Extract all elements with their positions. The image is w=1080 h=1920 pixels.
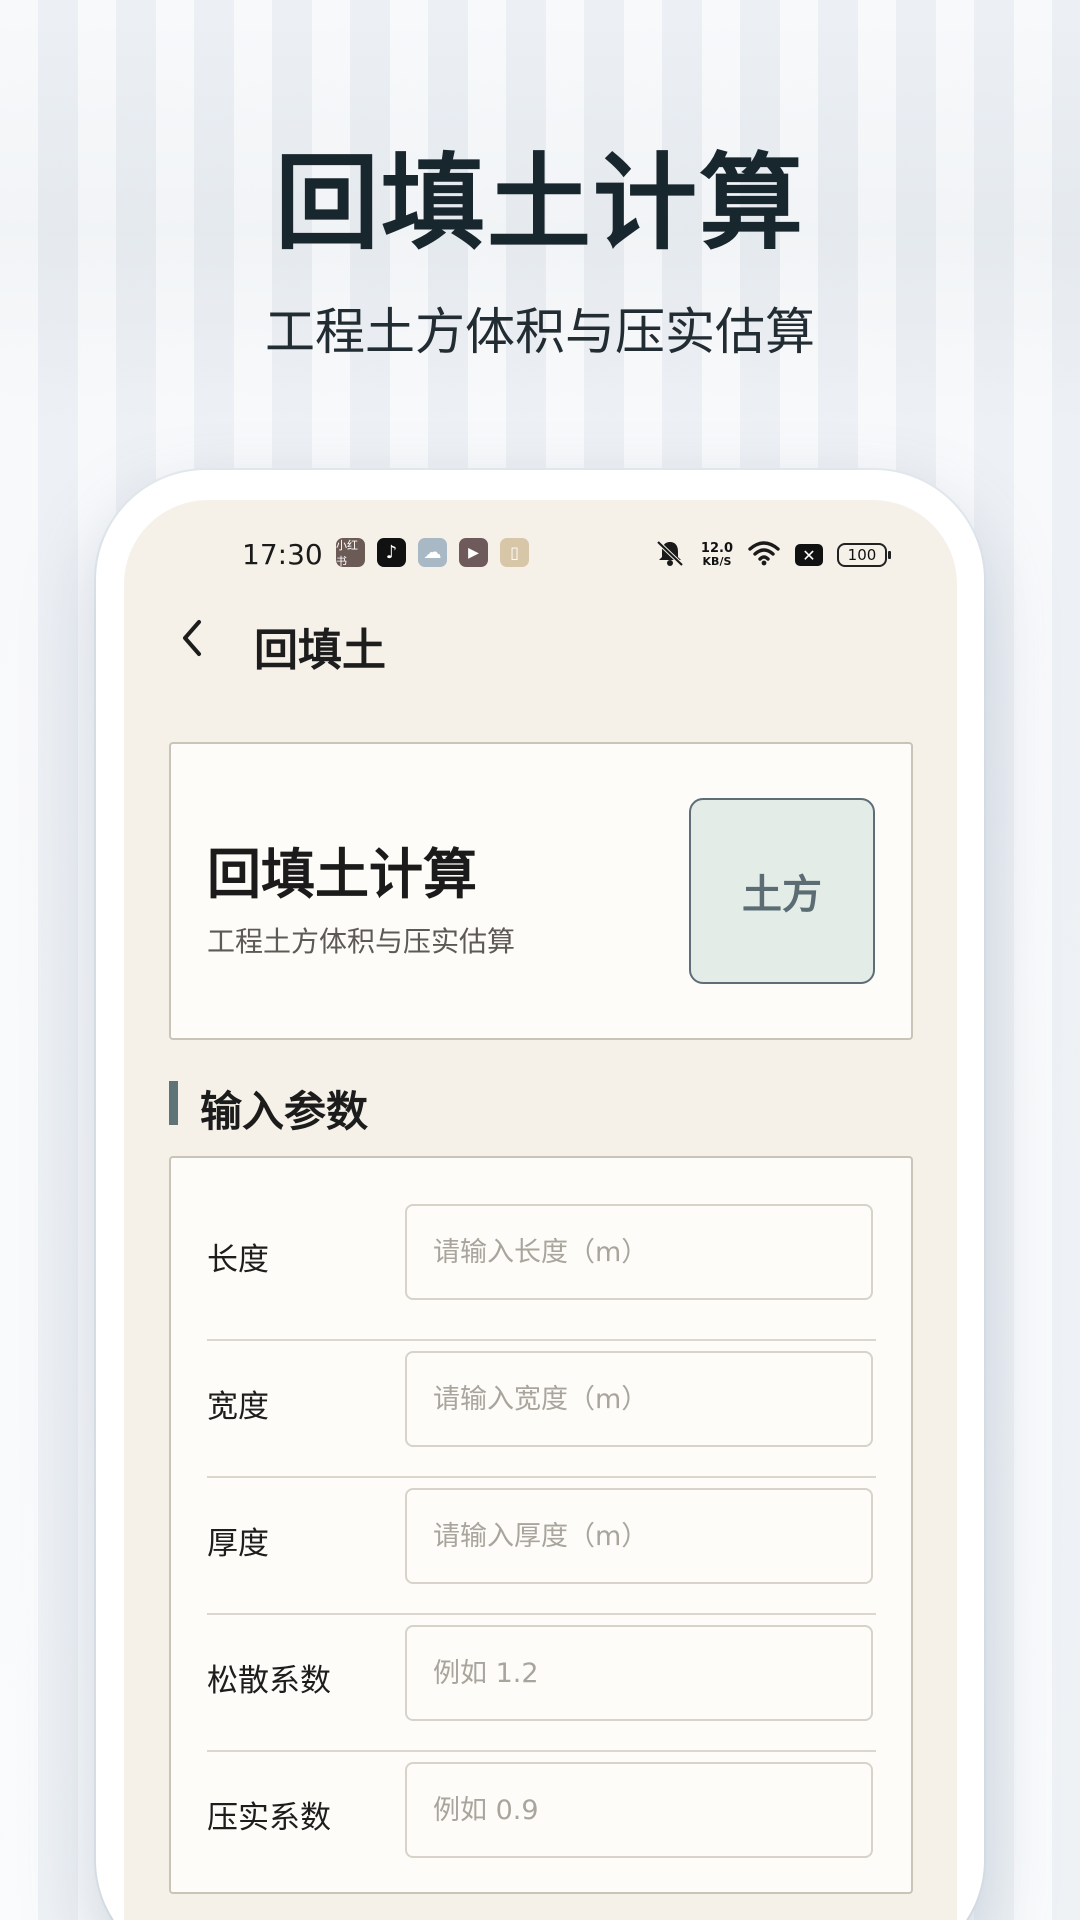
length-input[interactable] [405, 1204, 873, 1300]
back-button[interactable] [164, 610, 220, 666]
card-subtitle: 工程土方体积与压实估算 [207, 925, 516, 958]
compaction-factor-label: 压实系数 [207, 1800, 331, 1836]
thickness-input[interactable] [405, 1488, 873, 1584]
xiaohongshu-icon: 小红书 [336, 538, 365, 568]
form-row-thickness: 厚度 [207, 1478, 876, 1615]
promo-title: 回填土计算 [274, 142, 805, 264]
length-label: 长度 [207, 1242, 269, 1278]
wifi-icon [747, 539, 781, 571]
battery-indicator: 100 [837, 543, 891, 567]
compaction-factor-input[interactable] [405, 1762, 873, 1858]
form-row-loose-factor: 松散系数 [207, 1615, 876, 1752]
status-bar: 17:30 小红书 ♪ ☁ ▶ ▯ 12.0 KB/S ✕ 100 [124, 534, 957, 580]
card-title: 回填土计算 [207, 843, 477, 906]
form-row-compaction-factor: 压实系数 [207, 1752, 876, 1889]
input-form-card: 长度 宽度 厚度 松散系数 压实系数 [169, 1156, 913, 1894]
reader-icon: ▯ [500, 538, 529, 567]
notification-icons: 小红书 ♪ ☁ ▶ ▯ [336, 538, 529, 568]
mute-bell-icon [653, 538, 687, 572]
net-speed-value: 12.0 [700, 541, 733, 556]
phone-screen: 17:30 小红书 ♪ ☁ ▶ ▯ 12.0 KB/S ✕ 100 回填土 回填… [124, 500, 957, 1920]
form-row-width: 宽度 [207, 1341, 876, 1478]
width-label: 宽度 [207, 1389, 269, 1425]
tiktok-icon: ♪ [377, 538, 406, 567]
form-row-length: 长度 [207, 1204, 876, 1341]
thickness-label: 厚度 [207, 1526, 269, 1562]
section-accent-bar [169, 1081, 178, 1125]
page-title: 回填土 [254, 625, 386, 676]
section-title: 输入参数 [200, 1087, 369, 1136]
video-icon: ▶ [459, 538, 488, 567]
loose-factor-input[interactable] [405, 1625, 873, 1721]
category-badge: 土方 [689, 798, 875, 984]
status-time: 17:30 [242, 538, 323, 571]
loose-factor-label: 松散系数 [207, 1663, 331, 1699]
chevron-left-icon [183, 620, 201, 656]
sim-off-icon: ✕ [795, 544, 823, 566]
promo-subtitle: 工程土方体积与压实估算 [265, 303, 815, 361]
net-speed-unit: KB/S [702, 555, 732, 568]
nav-header: 回填土 [124, 600, 957, 680]
net-speed: 12.0 KB/S [701, 542, 733, 568]
calculator-header-card: 回填土计算 工程土方体积与压实估算 土方 [169, 742, 913, 1040]
width-input[interactable] [405, 1351, 873, 1447]
weather-icon: ☁ [418, 538, 447, 567]
status-indicators: 12.0 KB/S ✕ 100 [653, 538, 891, 572]
